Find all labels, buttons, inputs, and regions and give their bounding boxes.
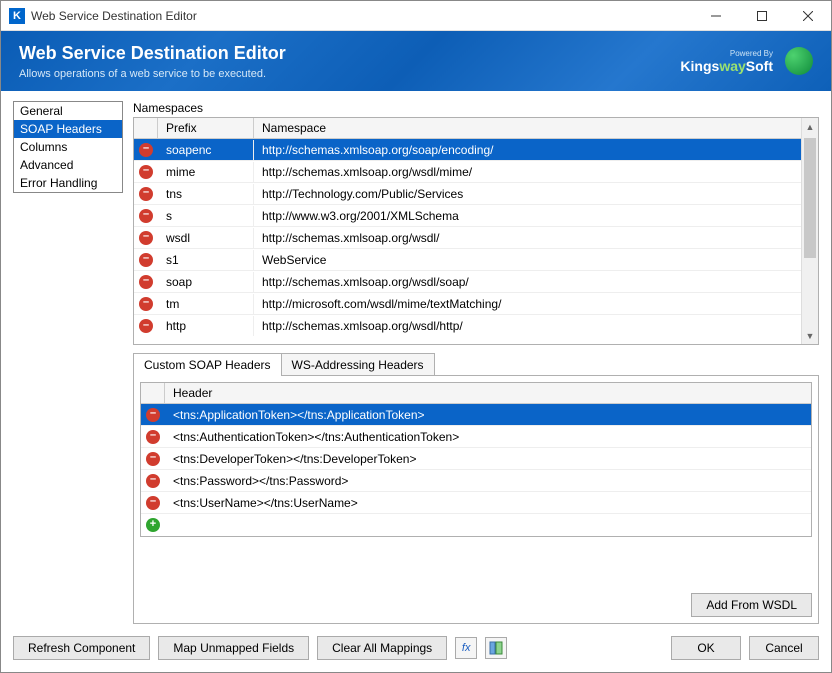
namespace-uri[interactable]: http://schemas.xmlsoap.org/wsdl/http/ <box>254 316 801 336</box>
namespace-uri[interactable]: http://microsoft.com/wsdl/mime/textMatch… <box>254 294 801 314</box>
remove-row-icon[interactable] <box>146 408 160 422</box>
tab-ws-addressing-headers[interactable]: WS-Addressing Headers <box>281 353 435 376</box>
namespace-prefix[interactable]: s1 <box>158 250 254 270</box>
namespace-row[interactable]: s1WebService <box>134 249 801 271</box>
namespace-row[interactable]: httphttp://schemas.xmlsoap.org/wsdl/http… <box>134 315 801 337</box>
nav-item-columns[interactable]: Columns <box>14 138 122 156</box>
header-add-row[interactable] <box>141 514 811 536</box>
clear-all-mappings-button[interactable]: Clear All Mappings <box>317 636 447 660</box>
minimize-button[interactable] <box>693 1 739 31</box>
namespaces-grid[interactable]: Prefix Namespace soapenchttp://schemas.x… <box>133 117 819 345</box>
namespace-row[interactable]: shttp://www.w3.org/2001/XMLSchema <box>134 205 801 227</box>
remove-row-icon[interactable] <box>139 253 153 267</box>
namespaces-label: Namespaces <box>133 101 819 115</box>
remove-row-icon[interactable] <box>146 430 160 444</box>
nav-item-advanced[interactable]: Advanced <box>14 156 122 174</box>
namespace-prefix[interactable]: mime <box>158 162 254 182</box>
titlebar: K Web Service Destination Editor <box>1 1 831 31</box>
namespace-row[interactable]: wsdlhttp://schemas.xmlsoap.org/wsdl/ <box>134 227 801 249</box>
banner-heading: Web Service Destination Editor <box>19 43 286 64</box>
namespaces-col-namespace[interactable]: Namespace <box>254 118 801 138</box>
namespace-row[interactable]: tmhttp://microsoft.com/wsdl/mime/textMat… <box>134 293 801 315</box>
namespace-uri[interactable]: http://schemas.xmlsoap.org/soap/encoding… <box>254 140 801 160</box>
footer: Refresh Component Map Unmapped Fields Cl… <box>1 624 831 672</box>
namespace-prefix[interactable]: wsdl <box>158 228 254 248</box>
header-cell[interactable]: <tns:UserName></tns:UserName> <box>165 493 811 513</box>
nav-item-error-handling[interactable]: Error Handling <box>14 174 122 192</box>
header-cell[interactable]: <tns:DeveloperToken></tns:DeveloperToken… <box>165 449 811 469</box>
columns-tool-button[interactable] <box>485 637 507 659</box>
namespace-row[interactable]: tnshttp://Technology.com/Public/Services <box>134 183 801 205</box>
close-button[interactable] <box>785 1 831 31</box>
remove-row-icon[interactable] <box>139 187 153 201</box>
namespace-prefix[interactable]: tm <box>158 294 254 314</box>
namespace-prefix[interactable]: http <box>158 316 254 336</box>
window-title: Web Service Destination Editor <box>31 9 693 23</box>
header-cell[interactable]: <tns:ApplicationToken></tns:ApplicationT… <box>165 405 811 425</box>
map-unmapped-fields-button[interactable]: Map Unmapped Fields <box>158 636 309 660</box>
remove-row-icon[interactable] <box>139 165 153 179</box>
namespaces-col-prefix[interactable]: Prefix <box>158 118 254 138</box>
app-icon: K <box>9 8 25 24</box>
scroll-down-icon[interactable]: ▼ <box>802 327 818 344</box>
fx-button[interactable]: fx <box>455 637 477 659</box>
remove-row-icon[interactable] <box>139 319 153 333</box>
header-row[interactable]: <tns:ApplicationToken></tns:ApplicationT… <box>141 404 811 426</box>
remove-row-icon[interactable] <box>139 231 153 245</box>
header-row[interactable]: <tns:DeveloperToken></tns:DeveloperToken… <box>141 448 811 470</box>
tab-custom-soap-headers[interactable]: Custom SOAP Headers <box>133 353 282 376</box>
banner-subheading: Allows operations of a web service to be… <box>19 68 286 80</box>
namespaces-scrollbar[interactable]: ▲ ▼ <box>801 118 818 344</box>
headers-icon-header <box>141 383 165 403</box>
namespace-uri[interactable]: http://www.w3.org/2001/XMLSchema <box>254 206 801 226</box>
window-controls <box>693 1 831 31</box>
remove-row-icon[interactable] <box>146 452 160 466</box>
add-from-wsdl-button[interactable]: Add From WSDL <box>691 593 812 617</box>
namespace-prefix[interactable]: s <box>158 206 254 226</box>
remove-row-icon[interactable] <box>139 297 153 311</box>
ok-button[interactable]: OK <box>671 636 741 660</box>
grid-icon <box>489 641 503 655</box>
main-content: GeneralSOAP HeadersColumnsAdvancedError … <box>1 91 831 624</box>
globe-icon <box>785 47 813 75</box>
brand-logo: Powered By KingswaySoft <box>680 49 773 74</box>
headers-col-header[interactable]: Header <box>165 383 811 403</box>
namespace-uri[interactable]: WebService <box>254 250 801 270</box>
refresh-component-button[interactable]: Refresh Component <box>13 636 150 660</box>
scroll-up-icon[interactable]: ▲ <box>802 118 818 135</box>
header-cell[interactable]: <tns:AuthenticationToken></tns:Authentic… <box>165 427 811 447</box>
remove-row-icon[interactable] <box>139 275 153 289</box>
namespaces-icon-header <box>134 118 158 138</box>
namespace-prefix[interactable]: soap <box>158 272 254 292</box>
namespace-row[interactable]: mimehttp://schemas.xmlsoap.org/wsdl/mime… <box>134 161 801 183</box>
maximize-button[interactable] <box>739 1 785 31</box>
namespace-prefix[interactable]: tns <box>158 184 254 204</box>
headers-tabs: Custom SOAP Headers WS-Addressing Header… <box>133 353 819 624</box>
scrollbar-thumb[interactable] <box>804 138 816 258</box>
headers-grid[interactable]: Header <tns:ApplicationToken></tns:Appli… <box>140 382 812 537</box>
namespace-prefix[interactable]: soapenc <box>158 140 254 160</box>
namespace-uri[interactable]: http://schemas.xmlsoap.org/wsdl/ <box>254 228 801 248</box>
cancel-button[interactable]: Cancel <box>749 636 819 660</box>
remove-row-icon[interactable] <box>139 143 153 157</box>
add-row-icon[interactable] <box>146 518 160 532</box>
sidebar-nav: GeneralSOAP HeadersColumnsAdvancedError … <box>13 101 123 193</box>
header-row[interactable]: <tns:UserName></tns:UserName> <box>141 492 811 514</box>
nav-item-general[interactable]: General <box>14 102 122 120</box>
header-row[interactable]: <tns:Password></tns:Password> <box>141 470 811 492</box>
header-cell-empty[interactable] <box>165 522 811 528</box>
header-banner: Web Service Destination Editor Allows op… <box>1 31 831 91</box>
header-cell[interactable]: <tns:Password></tns:Password> <box>165 471 811 491</box>
namespace-uri[interactable]: http://Technology.com/Public/Services <box>254 184 801 204</box>
namespace-uri[interactable]: http://schemas.xmlsoap.org/wsdl/mime/ <box>254 162 801 182</box>
remove-row-icon[interactable] <box>146 474 160 488</box>
custom-headers-panel: Header <tns:ApplicationToken></tns:Appli… <box>133 375 819 624</box>
namespace-uri[interactable]: http://schemas.xmlsoap.org/wsdl/soap/ <box>254 272 801 292</box>
remove-row-icon[interactable] <box>146 496 160 510</box>
namespace-row[interactable]: soapenchttp://schemas.xmlsoap.org/soap/e… <box>134 139 801 161</box>
namespace-row[interactable]: soaphttp://schemas.xmlsoap.org/wsdl/soap… <box>134 271 801 293</box>
nav-item-soap-headers[interactable]: SOAP Headers <box>14 120 122 138</box>
remove-row-icon[interactable] <box>139 209 153 223</box>
header-row[interactable]: <tns:AuthenticationToken></tns:Authentic… <box>141 426 811 448</box>
